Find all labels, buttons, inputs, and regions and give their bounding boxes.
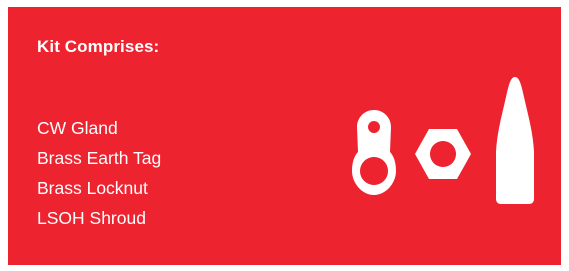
- kit-items-list: CW Gland Brass Earth Tag Brass Locknut L…: [37, 113, 161, 233]
- shroud-icon: [496, 77, 534, 204]
- kit-item-brass-locknut: Brass Locknut: [37, 178, 148, 198]
- kit-item-cw-gland: CW Gland: [37, 118, 118, 138]
- locknut-icon: [415, 129, 471, 179]
- earth-tag-icon: [352, 110, 396, 195]
- kit-item-brass-earth-tag: Brass Earth Tag: [37, 148, 162, 168]
- kit-contents-panel: Kit Comprises: CW Gland Brass Earth Tag …: [8, 7, 561, 265]
- kit-icons: [343, 77, 543, 207]
- kit-item-lsoh-shroud: LSOH Shroud: [37, 208, 146, 228]
- kit-heading: Kit Comprises:: [37, 37, 160, 56]
